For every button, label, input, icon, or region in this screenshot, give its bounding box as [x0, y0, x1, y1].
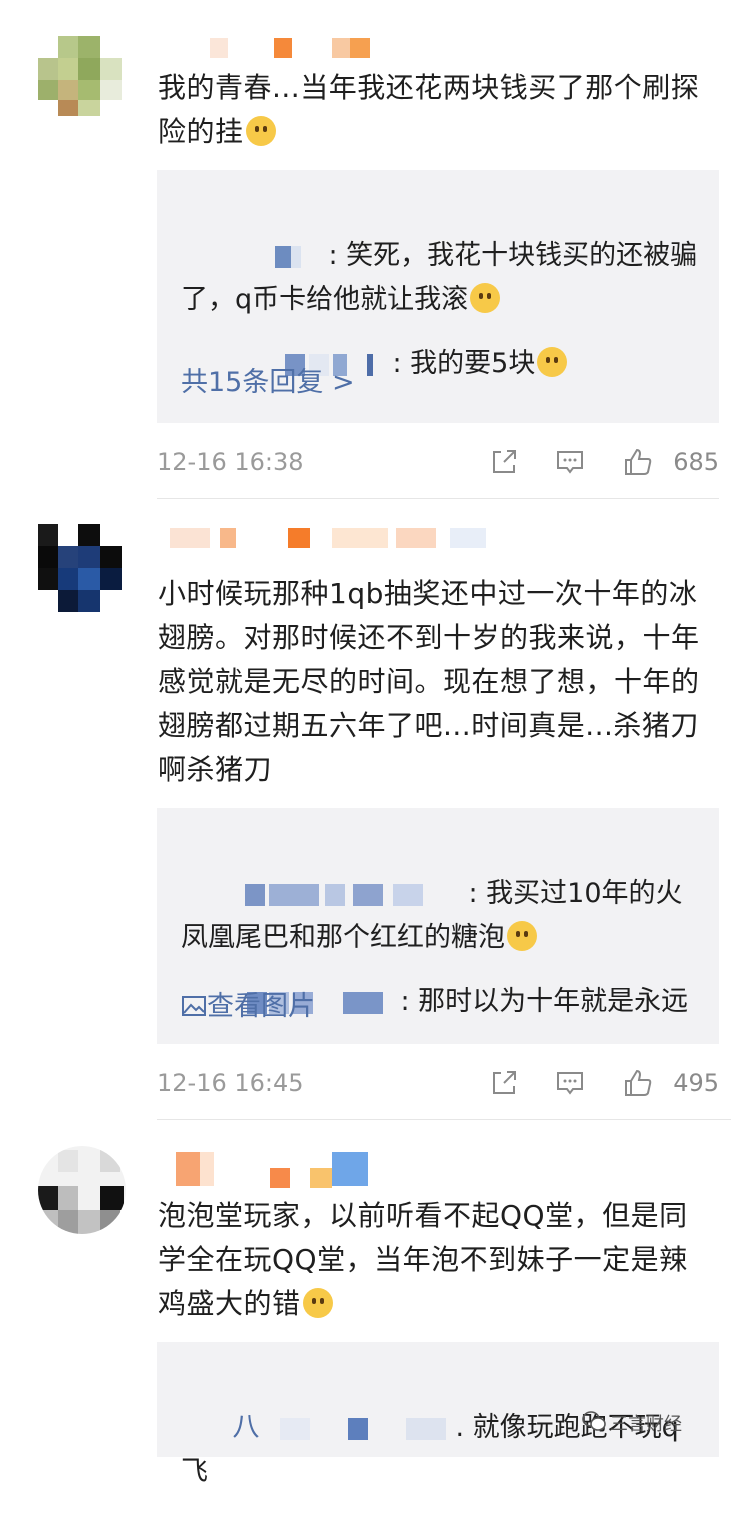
watermark: 三言财经: [610, 1414, 682, 1434]
more-replies-link[interactable]: 共15条回复 >: [181, 360, 355, 399]
like-count: 495: [673, 1069, 719, 1097]
avatar[interactable]: [38, 524, 126, 612]
reply-box: : 笑死，我花十块钱买的还被骗了，q币卡给他就让我滚 : 我的要5块 共15条回…: [157, 170, 719, 423]
reply-username-blurred[interactable]: [233, 245, 329, 268]
reply-box: 八. 就像玩跑跑不玩q飞: [157, 1342, 719, 1487]
share-icon[interactable]: [489, 1068, 519, 1098]
timestamp: 12-16 16:45: [157, 1069, 304, 1097]
reply-box: : 我买过10年的火凤凰尾巴和那个红红的糖泡 : 那时以为十年就是永远 查看图片: [157, 808, 719, 1044]
comment-meta: 12-16 16:38 685: [157, 445, 719, 479]
thumbs-up-icon[interactable]: [623, 447, 653, 477]
comment-text: 小时候玩那种1qb抽奖还中过一次十年的冰翅膀。对那时候还不到十岁的我来说，十年感…: [158, 577, 700, 786]
reply-username-prefix[interactable]: 八: [233, 1412, 260, 1443]
username-blurred[interactable]: [160, 1152, 500, 1188]
username-blurred[interactable]: [160, 38, 500, 68]
reply-username-blurred[interactable]: [260, 1417, 456, 1440]
like-count: 685: [673, 448, 719, 476]
wechat-icon: [582, 1411, 606, 1431]
comment-text: 我的青春...当年我还花两块钱买了那个刷探险的挂: [158, 71, 700, 148]
view-image-link[interactable]: 查看图片: [181, 984, 315, 1023]
share-icon[interactable]: [489, 447, 519, 477]
grimacing-face-icon: [302, 1288, 333, 1318]
image-icon: [182, 996, 206, 1016]
thumbs-up-icon[interactable]: [623, 1068, 653, 1098]
timestamp: 12-16 16:38: [157, 448, 304, 476]
reply-username-blurred[interactable]: [233, 883, 469, 906]
comment-icon[interactable]: [555, 447, 585, 477]
avatar[interactable]: [38, 1146, 126, 1234]
comment-icon[interactable]: [555, 1068, 585, 1098]
reply-1[interactable]: 八. 就像玩跑跑不玩q飞: [181, 1362, 701, 1538]
comment-text: 泡泡堂玩家，以前听看不起QQ堂，但是同学全在玩QQ堂，当年泡不到妹子一定是辣鸡盛…: [158, 1199, 688, 1320]
comment-meta: 12-16 16:45 495: [157, 1066, 719, 1100]
divider: [157, 1119, 731, 1120]
username-blurred[interactable]: [160, 528, 500, 558]
avatar[interactable]: [38, 28, 126, 116]
crying-face-icon: [245, 116, 276, 146]
divider: [157, 498, 719, 499]
pleading-face-icon: [537, 347, 568, 377]
